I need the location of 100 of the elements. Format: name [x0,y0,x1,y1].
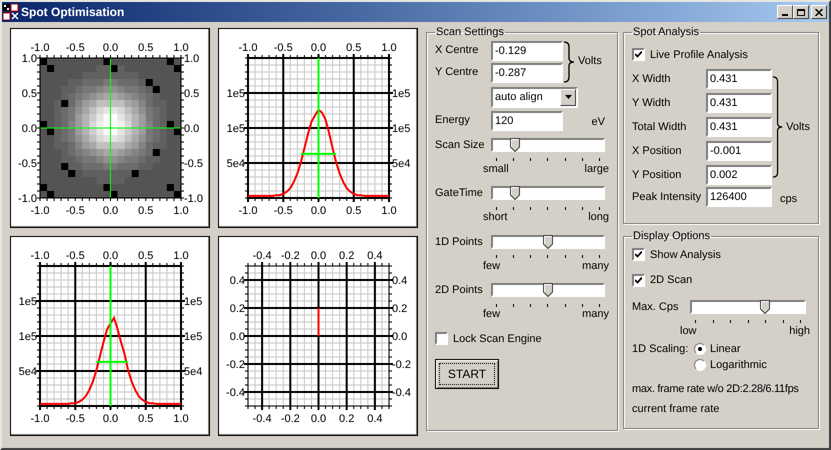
slider-label: Scan Size [435,138,486,152]
tick-label: -1.0 [30,42,50,54]
width-marker-drawing [300,152,336,155]
tick-label: -1.0 [30,413,50,425]
radio-button[interactable] [694,343,706,355]
tick-label: -0.5 [66,413,85,425]
tick-label: -1.0 [238,205,258,217]
slider-min-label: few [483,258,500,274]
minimize-button[interactable] [777,5,793,19]
group-title: Scan Settings [435,25,505,40]
check-icon [635,276,642,284]
tick-label: 1e5 [226,88,245,100]
tick-label: 1e5 [392,123,410,135]
slider-thumb[interactable] [543,234,553,249]
width-marker-drawing [96,360,128,363]
brace-icon [563,40,575,82]
tick-label: 0.5 [22,88,37,100]
slider-track[interactable] [491,283,605,298]
caret-icon [564,95,572,99]
tick-label: 1e5 [184,331,202,343]
input-field[interactable]: 0.002 [706,165,772,185]
tick-label: 1.0 [173,250,189,262]
window-title: Spot Optimisation [21,4,124,21]
tick-label: 0.0 [230,331,245,343]
slider-track[interactable] [491,234,605,249]
tick-label: 1.0 [381,42,397,54]
tick-label: 1.0 [22,53,37,65]
tick-label: 1e5 [226,123,245,135]
checkbox-label: Lock Scan Engine [453,332,542,346]
tick-label: 1.0 [184,53,200,65]
slider-track[interactable] [491,138,605,152]
tick-label: 1.0 [173,205,189,217]
tick-label: 0.0 [310,250,326,262]
tick-label: 0.4 [367,250,383,262]
checkbox[interactable] [435,332,448,346]
tick-label: 0.0 [102,413,118,425]
check-icon [635,51,642,58]
slider-track[interactable] [690,300,806,314]
align-dropdown[interactable]: auto align [491,86,578,108]
slider-max-label: high [789,324,810,339]
tick-label: -0.5 [184,158,203,170]
tick-label: 1e5 [392,88,410,100]
tick-label: 0.4 [392,275,408,287]
tick-label: 0.0 [184,123,200,135]
slider-thumb[interactable] [760,300,770,314]
radio-group-label: 1D Scaling: [632,342,690,357]
tick-label: -0.4 [392,387,411,399]
input-field[interactable]: 0.431 [706,93,772,113]
tick-label: 0.0 [102,205,118,217]
slider-thumb[interactable] [543,283,553,298]
unit-label: eV [592,115,605,130]
tick-label: -0.5 [274,205,293,217]
slider-label: 1D Points [435,234,484,250]
field-label: Peak Intensity [632,190,702,205]
tick-label: 0.4 [230,275,245,287]
tick-label: 1.0 [381,205,397,217]
checkbox[interactable] [632,48,645,62]
close-button[interactable] [811,5,827,19]
checkbox[interactable] [632,274,645,287]
radio-label: Linear [710,342,741,357]
input-field[interactable]: -0.001 [706,141,772,161]
input-field[interactable]: 126400 [706,187,772,207]
radio-button[interactable] [694,359,706,371]
tick-label: -0.2 [226,359,245,371]
slider-min-label: short [483,210,508,226]
unit-label: Volts [786,120,810,135]
frame-rate-text: max. frame rate w/o 2D:2.28/6.11fps [632,382,800,397]
tick-label: -0.4 [252,250,272,262]
tick-label: 0.2 [339,413,354,425]
slider-thumb[interactable] [510,138,520,152]
field-label: X Centre [435,43,480,58]
tick-label: 5e4 [184,366,202,378]
tick-label: 1.0 [173,42,189,54]
slider-max-label: many [582,258,609,274]
slider-thumb[interactable] [510,186,520,200]
input-field[interactable]: -0.287 [491,62,563,82]
input-field[interactable]: -0.129 [491,40,563,60]
tick-label: 0.5 [184,88,200,100]
tick-label: 1e5 [184,296,202,308]
slider-label: GateTime [435,186,484,201]
field-label: Total Width [632,120,688,135]
start-button[interactable]: START [435,359,499,389]
slider-track[interactable] [491,186,605,200]
input-field[interactable]: 0.431 [706,69,772,89]
tick-label: -0.2 [280,413,300,425]
field-label: X Width [632,72,672,87]
input-field[interactable]: 0.431 [706,117,772,137]
tick-label: 0.0 [102,250,118,262]
tick-label: -1.0 [30,250,50,262]
group-title: Display Options [632,229,712,244]
checkbox[interactable] [632,248,645,262]
tick-label: -1.0 [30,205,50,217]
tick-label: 1e5 [18,296,37,308]
maximize-button[interactable] [793,5,809,19]
tick-label: 0.2 [230,303,245,315]
tick-label: 0.0 [310,413,326,425]
slider-min-label: small [483,162,509,177]
profile-line [318,308,320,336]
input-field[interactable]: 120 [491,110,563,130]
close-icon [815,8,823,16]
